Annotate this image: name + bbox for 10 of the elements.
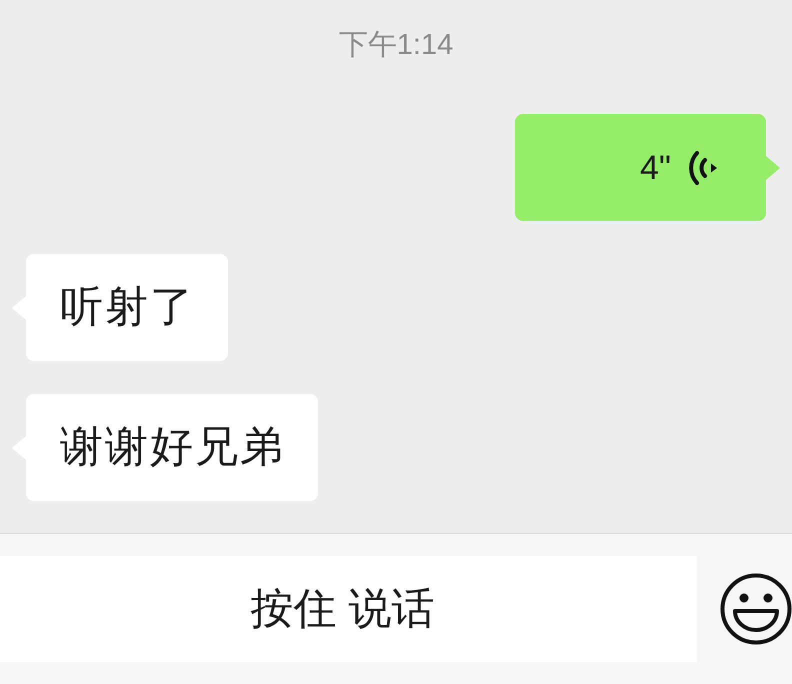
- message-text: 听射了: [60, 286, 195, 329]
- voice-duration: 4": [640, 150, 671, 184]
- message-bubble[interactable]: 听射了: [26, 254, 228, 361]
- sound-wave-icon: [686, 150, 718, 186]
- emoji-icon[interactable]: [720, 573, 792, 645]
- timestamp: 下午1:14: [338, 28, 454, 63]
- message-bubble[interactable]: 4": [515, 114, 766, 221]
- message-bubble[interactable]: 谢谢好兄弟: [26, 394, 318, 501]
- hold-to-talk-button[interactable]: 按住 说话: [0, 556, 697, 662]
- message-text: 谢谢好兄弟: [60, 426, 285, 469]
